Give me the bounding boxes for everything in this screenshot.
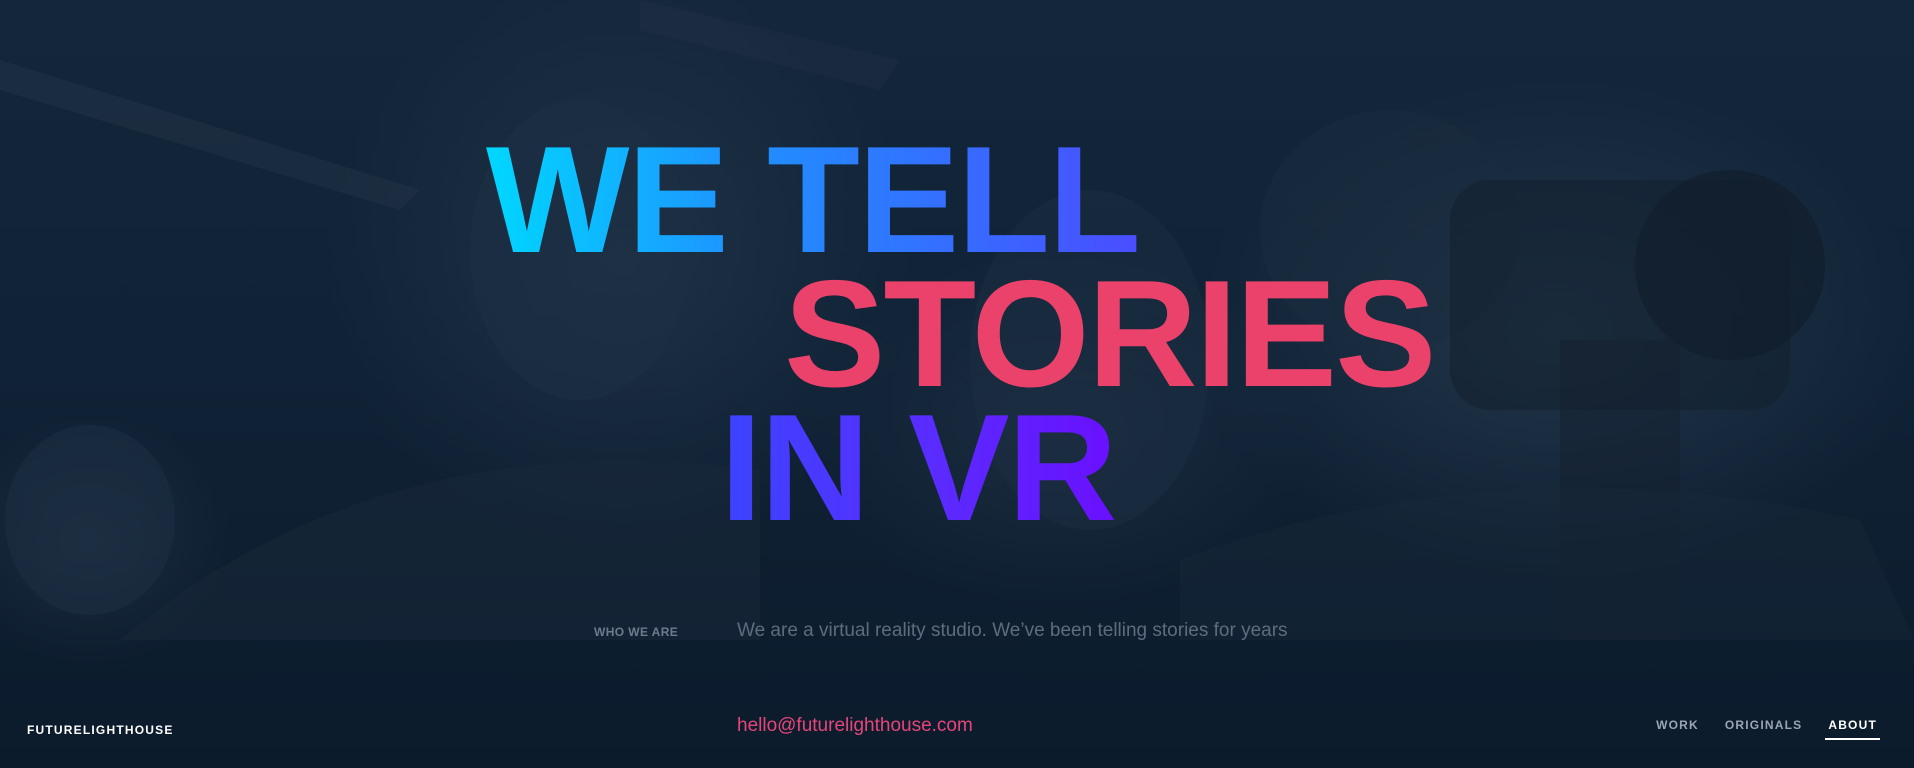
about-page: WE TELL STORIES IN VR WHO WE ARE We are … (0, 0, 1914, 768)
main-nav: WORK ORIGINALS ABOUT (1653, 718, 1880, 740)
brand-logo[interactable]: FUTURELIGHTHOUSE (27, 723, 174, 737)
intro-text: We are a virtual reality studio. We’ve b… (737, 620, 1288, 641)
nav-item-originals[interactable]: ORIGINALS (1722, 718, 1805, 740)
contact-email-link[interactable]: hello@futurelighthouse.com (737, 715, 973, 737)
nav-item-about[interactable]: ABOUT (1825, 718, 1880, 740)
nav-item-work[interactable]: WORK (1653, 718, 1702, 740)
hero-headline-line-3: IN VR (720, 383, 1117, 553)
who-we-are-label: WHO WE ARE (594, 625, 679, 639)
